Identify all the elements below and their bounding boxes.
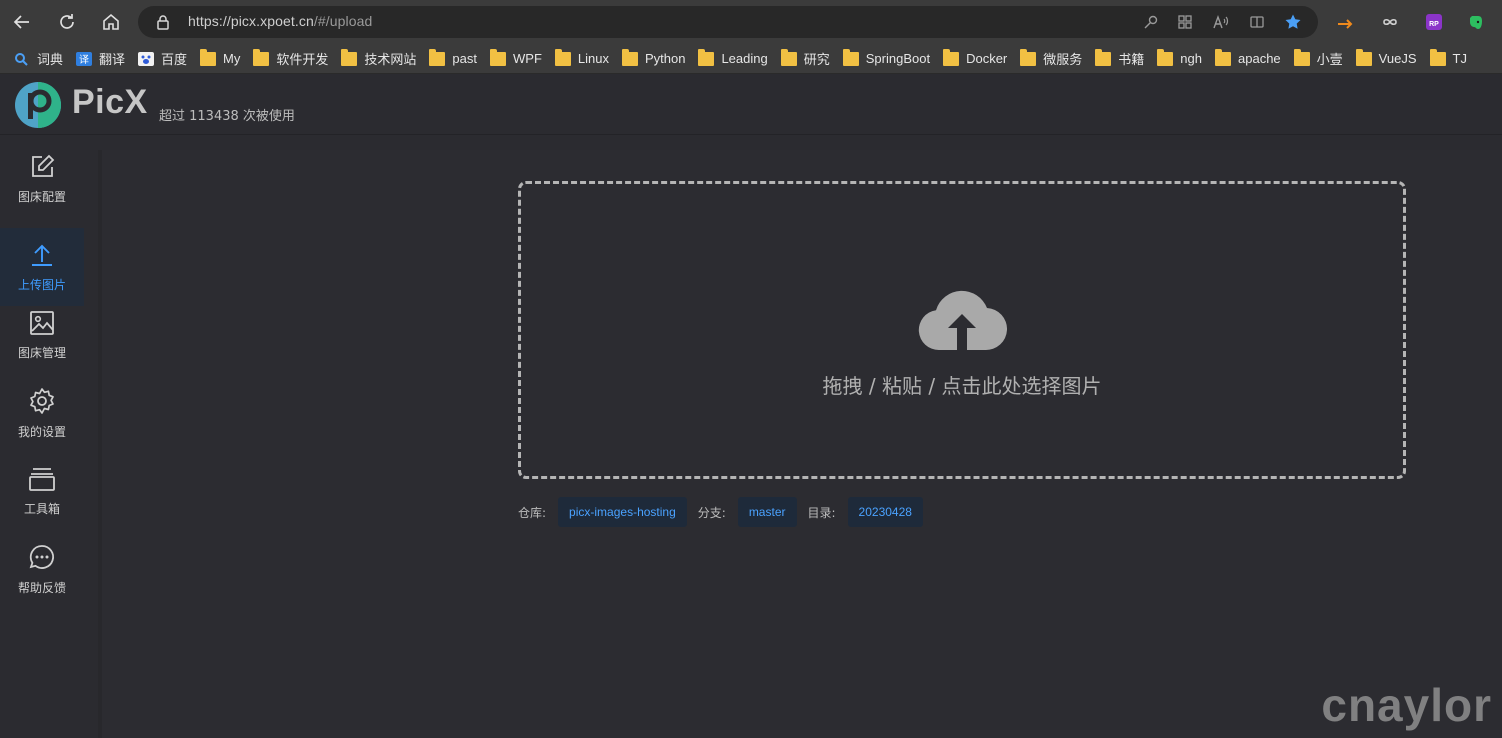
folder-icon <box>1157 48 1174 66</box>
home-icon <box>103 13 119 30</box>
image-icon <box>30 310 54 335</box>
address-bar[interactable]: https://picx.xpoet.cn/#/upload <box>138 6 1318 38</box>
split-view-icon[interactable] <box>1248 13 1266 31</box>
bookmark-folder[interactable]: 小壹 <box>1288 47 1350 71</box>
infinity-extension-icon[interactable] <box>1380 12 1400 32</box>
folder-icon <box>1293 48 1310 66</box>
folder-icon <box>341 48 358 66</box>
bookmarks-bar: 词典 译 翻译 百度 My 软件开发 技术网站 past WPF Linux P… <box>0 44 1502 74</box>
search-icon <box>15 52 28 66</box>
sidebar-item-label: 图床配置 <box>17 189 66 204</box>
apps-icon[interactable] <box>1176 13 1194 31</box>
sidebar-item-label: 工具箱 <box>23 501 60 516</box>
sidebar-item-config[interactable]: 图床配置 <box>0 140 84 218</box>
bookmark-folder[interactable]: 研究 <box>775 47 837 71</box>
repo-label: 仓库: <box>518 505 547 520</box>
folder-icon <box>698 48 715 66</box>
sidebar-item-label: 上传图片 <box>17 277 66 292</box>
watermark: cnaylor <box>1321 679 1492 731</box>
folder-icon <box>780 48 797 66</box>
bookmark-folder[interactable]: VueJS <box>1350 47 1424 71</box>
folder-icon <box>490 48 506 66</box>
cloud-upload-icon <box>918 290 1007 351</box>
sidebar-item-manage[interactable]: 图床管理 <box>0 296 84 374</box>
bookmark-folder[interactable]: WPF <box>484 47 549 71</box>
bookmark-folder[interactable]: Python <box>616 47 692 71</box>
folder-icon <box>943 48 960 66</box>
bookmark-folder[interactable]: Docker <box>937 47 1014 71</box>
folder-icon <box>1095 48 1112 66</box>
folder-icon <box>253 48 270 66</box>
folder-icon <box>1429 48 1446 66</box>
sidebar-item-help[interactable]: 帮助反馈 <box>0 530 84 608</box>
folder-icon <box>842 48 859 66</box>
app-header: PicX 超过 113438 次被使用 <box>0 75 1502 135</box>
rp-extension-icon[interactable]: RP <box>1424 12 1444 32</box>
sidebar-item-toolbox[interactable]: 工具箱 <box>0 452 84 530</box>
reload-icon <box>60 14 74 29</box>
toolbox-icon <box>29 467 55 491</box>
bookmark-folder[interactable]: SpringBoot <box>837 47 937 71</box>
folder-icon <box>200 48 217 66</box>
gear-icon <box>30 387 54 414</box>
key-icon[interactable] <box>1142 13 1160 31</box>
url-text: https://picx.xpoet.cn/#/upload <box>188 13 373 29</box>
picx-logo-icon[interactable] <box>14 81 62 129</box>
arrow-left-icon <box>13 15 29 29</box>
upload-hint: 拖拽 / 粘贴 / 点击此处选择图片 <box>822 374 1102 398</box>
bookmark-folder[interactable]: past <box>423 47 484 71</box>
sidebar-item-label: 我的设置 <box>17 424 66 439</box>
bookmark-folder[interactable]: My <box>194 47 247 71</box>
folder-icon <box>429 48 446 66</box>
folder-icon <box>554 48 571 66</box>
folder-icon <box>621 48 638 66</box>
upload-target-info: 仓库: picx-images-hosting 分支: master 目录: 2… <box>518 497 934 527</box>
lock-icon <box>157 15 169 30</box>
translate-icon: 译 <box>76 51 93 66</box>
branch-tag[interactable]: master <box>737 497 797 527</box>
bookmark-folder[interactable]: 技术网站 <box>335 47 423 71</box>
folder-icon <box>1355 48 1372 66</box>
sidebar-item-label: 帮助反馈 <box>17 580 66 595</box>
app-brand[interactable]: PicX <box>72 83 148 122</box>
reload-button[interactable] <box>54 9 80 35</box>
upload-icon <box>32 244 52 266</box>
sidebar-divider <box>98 150 102 738</box>
bookmark-folder[interactable]: 软件开发 <box>247 47 335 71</box>
branch-label: 分支: <box>697 505 726 520</box>
bookmark-baidu[interactable]: 百度 <box>132 47 194 71</box>
folder-icon <box>1020 48 1037 66</box>
favorite-star-icon[interactable] <box>1284 13 1302 31</box>
back-button[interactable] <box>9 9 35 35</box>
bookmark-folder[interactable]: ngh <box>1151 47 1209 71</box>
home-button[interactable] <box>98 9 124 35</box>
svg-text:译: 译 <box>79 54 89 66</box>
bookmark-folder[interactable]: TJ <box>1424 47 1474 71</box>
sidebar-item-label: 图床管理 <box>17 345 66 360</box>
sidebar-item-upload[interactable]: 上传图片 <box>0 228 84 306</box>
evernote-extension-icon[interactable] <box>1466 12 1486 32</box>
dir-label: 目录: <box>807 505 836 520</box>
browser-toolbar: https://picx.xpoet.cn/#/upload RP <box>0 0 1502 44</box>
repo-tag[interactable]: picx-images-hosting <box>558 497 687 527</box>
usage-count: 超过 113438 次被使用 <box>159 109 295 124</box>
dir-tag[interactable]: 20230428 <box>847 497 923 527</box>
bookmark-translate[interactable]: 译 翻译 <box>70 47 132 71</box>
svg-text:RP: RP <box>1429 21 1439 28</box>
sidebar-item-settings[interactable]: 我的设置 <box>0 374 84 452</box>
folder-icon <box>1215 48 1231 66</box>
bookmark-dict[interactable]: 词典 <box>8 47 70 71</box>
arrow-extension-icon[interactable] <box>1336 12 1356 32</box>
bookmark-folder[interactable]: Linux <box>549 47 616 71</box>
sidebar: 图床配置 上传图片 图床管理 我的设置 工具箱 帮助反馈 <box>0 136 98 738</box>
read-aloud-icon[interactable] <box>1212 13 1230 31</box>
edit-icon <box>32 154 55 177</box>
upload-dropzone[interactable]: 拖拽 / 粘贴 / 点击此处选择图片 <box>518 181 1406 479</box>
bookmark-folder[interactable]: Leading <box>692 47 774 71</box>
chat-bubble-icon <box>29 544 54 569</box>
bookmark-folder[interactable]: 书籍 <box>1089 47 1151 71</box>
bookmark-folder[interactable]: 微服务 <box>1014 47 1089 71</box>
baidu-paw-icon <box>138 51 155 66</box>
bookmark-folder[interactable]: apache <box>1209 47 1288 71</box>
